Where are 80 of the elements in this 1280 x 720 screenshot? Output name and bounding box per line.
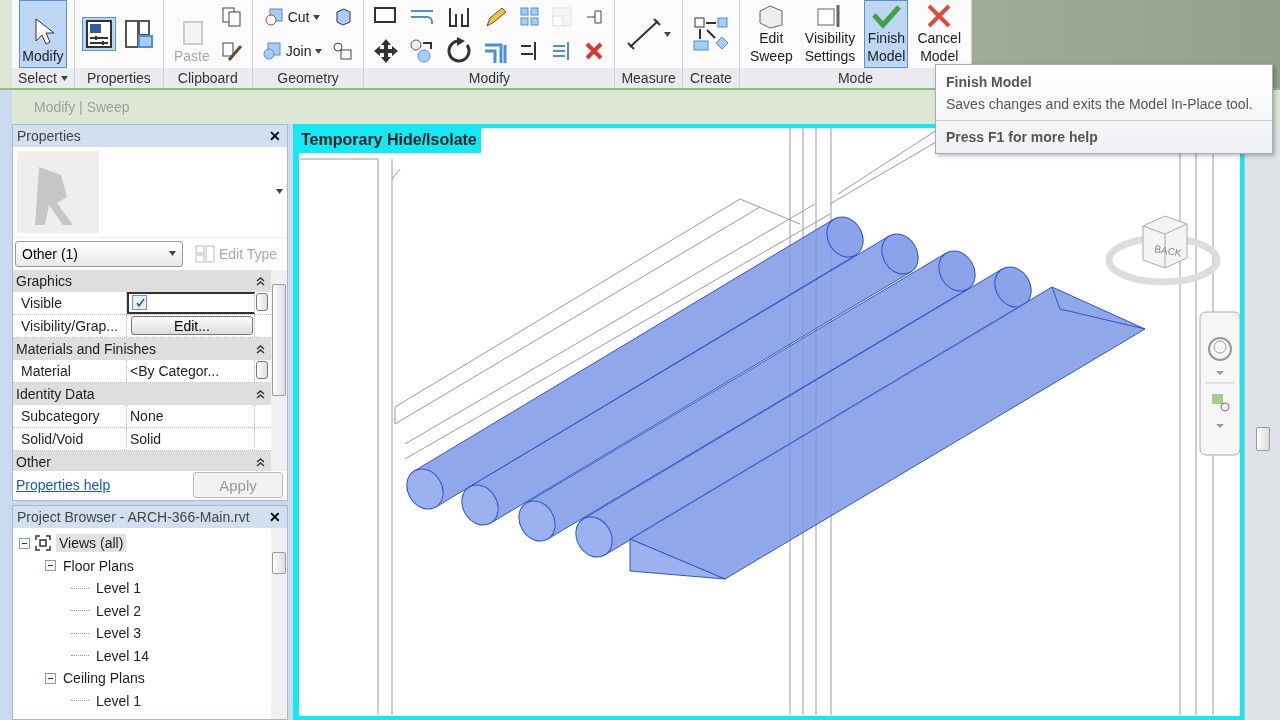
property-name: Visible: [21, 294, 62, 311]
copy-icon: [220, 6, 243, 28]
group-header: Materials and Finishes: [16, 340, 157, 357]
views-icon: [34, 534, 52, 553]
type-properties-icon: [123, 19, 154, 49]
ribbon-button[interactable]: Visibility Settings: [801, 0, 859, 68]
caret-icon: [169, 251, 176, 257]
tooltip-text: Saves changes and exits the Model In-Place tool.: [936, 94, 1272, 121]
cut-icon: [263, 7, 284, 27]
close-button[interactable]: ✕: [267, 509, 283, 525]
panel-title: Clipboard: [163, 68, 252, 88]
scrollbar[interactable]: [1255, 427, 1270, 451]
ribbon-button[interactable]: [81, 17, 116, 51]
property-name: Visibility/Grap...: [21, 317, 118, 334]
collapse-icon[interactable]: [256, 388, 265, 399]
tree-item[interactable]: Floor Plans: [60, 556, 137, 575]
checkbox[interactable]: [132, 295, 147, 311]
help-link[interactable]: Properties help: [16, 477, 111, 494]
type-preview-icon: [17, 150, 99, 233]
close-button[interactable]: ✕: [267, 127, 283, 144]
ribbon-button[interactable]: Join: [259, 41, 325, 61]
scrollbar[interactable]: [271, 528, 287, 719]
tooltip-help: Press F1 for more help: [945, 128, 1099, 147]
create-similar-icon: [691, 15, 730, 53]
tree-item[interactable]: Level 1: [93, 691, 145, 710]
group-header: Other: [16, 453, 51, 470]
panel-title: Modify: [364, 68, 615, 88]
scrollbar[interactable]: [271, 269, 287, 471]
ribbon-button[interactable]: Edit Sweep: [746, 0, 796, 68]
ribbon-button[interactable]: Cut: [261, 7, 323, 27]
collapse-icon[interactable]: [256, 456, 265, 467]
property-name: Solid/Void: [21, 430, 84, 447]
tree-item[interactable]: Level 14: [93, 646, 152, 665]
property-value[interactable]: None: [130, 407, 164, 424]
mode-label: Temporary Hide/Isolate: [299, 128, 481, 153]
split-face-icon: [332, 41, 355, 61]
caret-icon: [315, 48, 323, 54]
caret-icon: [313, 14, 321, 20]
measure-icon: [626, 17, 663, 51]
tree-item[interactable]: Level 3: [93, 624, 145, 643]
panel-title: Create: [682, 68, 739, 88]
caret-icon: [664, 31, 672, 37]
move-icon: [373, 38, 400, 64]
properties-icon: [83, 19, 114, 49]
context-label: Modify | Sweep: [34, 99, 130, 115]
expander-icon[interactable]: [45, 560, 56, 572]
panel-title: Properties: [17, 127, 81, 144]
expander-icon[interactable]: [45, 672, 56, 684]
browse-button[interactable]: [256, 360, 268, 379]
browse-button[interactable]: [256, 292, 268, 311]
join-icon: [261, 41, 282, 61]
array-icon: [519, 6, 542, 28]
ribbon-button[interactable]: Modify: [19, 0, 67, 68]
offset-icon: [410, 9, 435, 25]
edit-button[interactable]: Edit...: [131, 316, 253, 336]
collapse-icon[interactable]: [256, 343, 265, 354]
property-name: Subcategory: [21, 407, 100, 424]
collapse-icon[interactable]: [256, 275, 265, 286]
ribbon-button[interactable]: Finish Model: [864, 0, 909, 68]
brush-icon: [220, 40, 243, 62]
tree-item[interactable]: Level 1: [93, 579, 145, 598]
property-value[interactable]: <By Categor...: [130, 362, 220, 379]
ribbon-button[interactable]: Cancel Model: [914, 0, 965, 68]
property-name: Material: [21, 362, 71, 379]
panel-title[interactable]: Select: [12, 68, 74, 88]
panel-title: Project Browser - ARCH-366-Main.rvt: [17, 509, 250, 525]
panel-title: Properties: [74, 68, 163, 88]
group-header: Identity Data: [16, 385, 95, 402]
tree-item[interactable]: Level 2: [93, 601, 145, 620]
type-selector[interactable]: Other (1): [15, 240, 183, 267]
property-value[interactable]: Solid: [130, 430, 162, 447]
panel-title: Measure: [615, 68, 682, 88]
expander-icon[interactable]: [19, 537, 30, 549]
check-icon: [871, 3, 902, 29]
tree-item[interactable]: Views (all): [56, 534, 127, 553]
edit-type-icon: [195, 244, 215, 263]
group-header: Graphics: [16, 272, 73, 289]
caret-icon: [276, 189, 283, 195]
panel-title: Geometry: [252, 68, 364, 88]
tree-item[interactable]: Ceiling Plans: [60, 669, 148, 688]
